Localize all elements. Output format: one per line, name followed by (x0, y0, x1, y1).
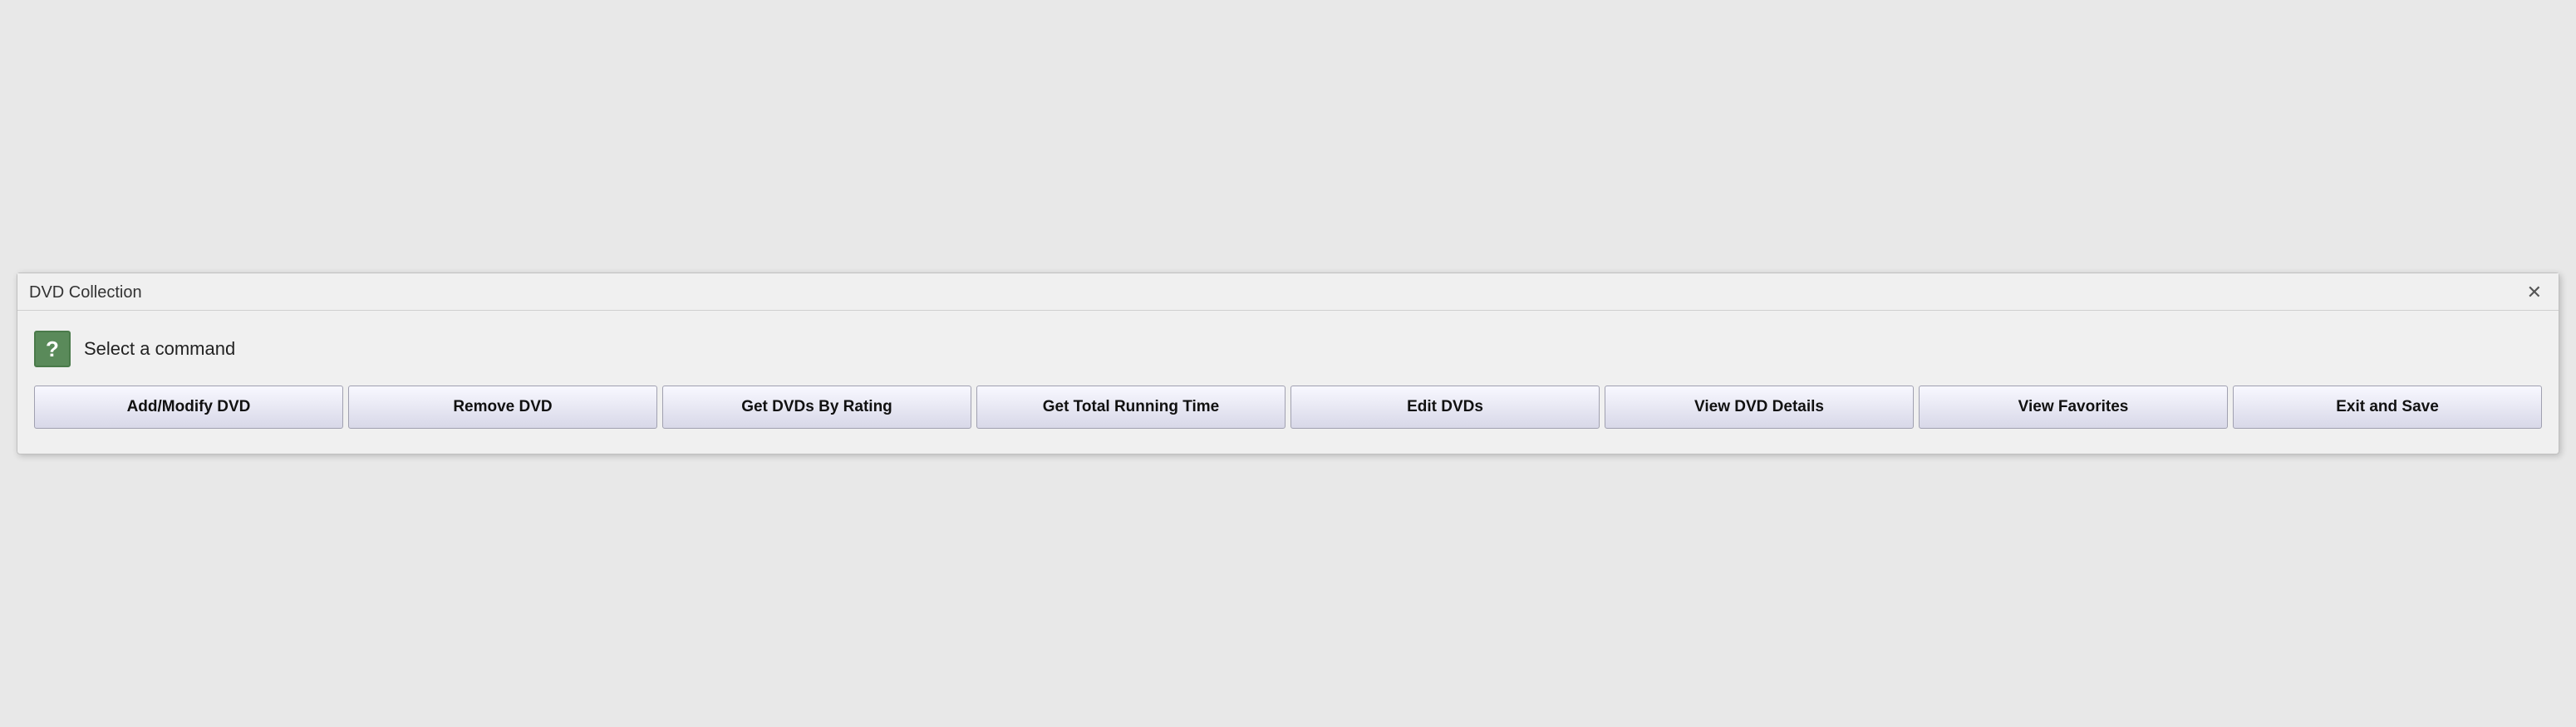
button-edit-dvds[interactable]: Edit DVDs (1290, 386, 1600, 429)
help-icon-label: ? (46, 338, 59, 360)
button-exit-and-save[interactable]: Exit and Save (2233, 386, 2542, 429)
command-buttons-row: Add/Modify DVDRemove DVDGet DVDs By Rati… (34, 386, 2542, 429)
button-view-favorites[interactable]: View Favorites (1919, 386, 2228, 429)
dialog-window: DVD Collection ✕ ? Select a command Add/… (17, 273, 2559, 454)
help-icon: ? (34, 331, 71, 367)
instruction-label: Select a command (84, 338, 235, 360)
dialog-title: DVD Collection (29, 283, 142, 302)
button-add-modify-dvd[interactable]: Add/Modify DVD (34, 386, 343, 429)
button-get-dvds-by-rating[interactable]: Get DVDs By Rating (662, 386, 971, 429)
title-bar: DVD Collection ✕ (17, 273, 2559, 311)
close-button[interactable]: ✕ (2522, 282, 2547, 303)
button-remove-dvd[interactable]: Remove DVD (348, 386, 657, 429)
header-row: ? Select a command (34, 331, 2542, 367)
button-get-total-running-time[interactable]: Get Total Running Time (976, 386, 1286, 429)
dialog-body: ? Select a command Add/Modify DVDRemove … (17, 311, 2559, 454)
button-view-dvd-details[interactable]: View DVD Details (1605, 386, 1914, 429)
